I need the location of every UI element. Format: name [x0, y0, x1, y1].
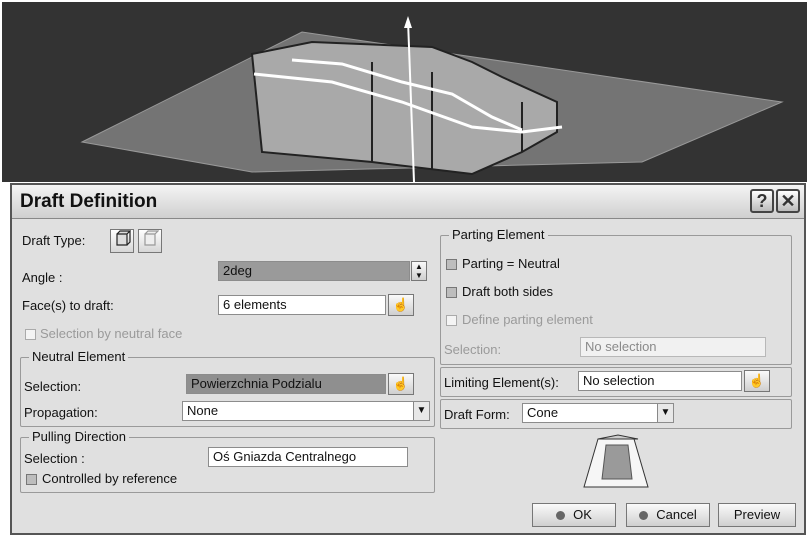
draft-type-label: Draft Type: [22, 233, 86, 248]
cancel-radio-icon [639, 511, 649, 521]
limiting-element-field[interactable]: No selection [578, 371, 742, 391]
title-bar: Draft Definition ? ✕ [12, 185, 804, 219]
draft-both-sides-checkbox[interactable] [446, 287, 457, 298]
parting-selection-field[interactable]: No selection [580, 337, 766, 357]
draft-variable-icon[interactable] [138, 229, 162, 253]
selection-by-neutral-face-checkbox[interactable] [25, 329, 36, 340]
propagation-label: Propagation: [24, 405, 98, 420]
part-geometry-view [80, 16, 784, 182]
screenshot-frame: Draft Definition ? ✕ Draft Type: Angle :… [0, 0, 809, 538]
draft-form-select[interactable]: Cone ▼ [522, 403, 674, 423]
propagation-value: None [187, 403, 219, 418]
dialog-title: Draft Definition [20, 191, 158, 212]
parting-selection-label: Selection: [444, 342, 502, 357]
chevron-down-icon[interactable]: ▼ [413, 402, 429, 420]
cancel-button[interactable]: Cancel [626, 503, 710, 527]
draft-definition-dialog: Draft Definition ? ✕ Draft Type: Angle :… [10, 183, 806, 535]
cancel-label: Cancel [656, 507, 697, 522]
controlled-by-reference-checkbox[interactable] [26, 474, 37, 485]
limiting-element-label: Limiting Element(s): [444, 375, 559, 390]
close-button[interactable]: ✕ [776, 189, 800, 213]
define-parting-element-checkbox[interactable] [446, 315, 457, 326]
help-button[interactable]: ? [750, 189, 774, 213]
faces-to-draft-field[interactable]: 6 elements [218, 295, 386, 315]
select-element-icon[interactable]: ☝ [388, 294, 414, 316]
preview-button[interactable]: Preview [718, 503, 796, 527]
ok-button[interactable]: OK [532, 503, 616, 527]
angle-label: Angle : [22, 270, 63, 285]
chevron-down-icon[interactable]: ▼ [657, 404, 673, 422]
neutral-element-title: Neutral Element [29, 349, 129, 364]
pulling-selection-field[interactable]: Oś Gniazda Centralnego [208, 447, 408, 467]
angle-spinner[interactable]: ▲ ▼ [411, 261, 427, 281]
parting-neutral-checkbox[interactable] [446, 259, 457, 270]
parting-element-title: Parting Element [449, 227, 548, 242]
pulling-direction-title: Pulling Direction [29, 429, 129, 444]
draft-basic-icon[interactable] [110, 229, 134, 253]
draft-form-preview-icon [583, 434, 649, 488]
ok-label: OK [573, 507, 592, 522]
neutral-selection-field[interactable]: Powierzchnia Podzialu [186, 374, 386, 394]
pulling-selection-label: Selection : [24, 451, 85, 466]
controlled-by-reference-label: Controlled by reference [42, 471, 178, 486]
draft-form-label: Draft Form: [444, 407, 510, 422]
angle-input[interactable]: 2deg [218, 261, 410, 281]
select-element-icon[interactable]: ☝ [744, 370, 770, 392]
ok-radio-icon [556, 511, 566, 521]
selection-by-neutral-face-label: Selection by neutral face [40, 326, 183, 341]
propagation-select[interactable]: None ▼ [182, 401, 430, 421]
neutral-selection-label: Selection: [24, 379, 82, 394]
faces-label: Face(s) to draft: [22, 298, 114, 313]
3d-viewport[interactable] [2, 2, 807, 182]
parting-neutral-label: Parting = Neutral [462, 256, 560, 271]
define-parting-element-label: Define parting element [462, 312, 593, 327]
select-element-icon[interactable]: ☝ [388, 373, 414, 395]
draft-form-value: Cone [527, 405, 559, 420]
draft-both-sides-label: Draft both sides [462, 284, 554, 299]
